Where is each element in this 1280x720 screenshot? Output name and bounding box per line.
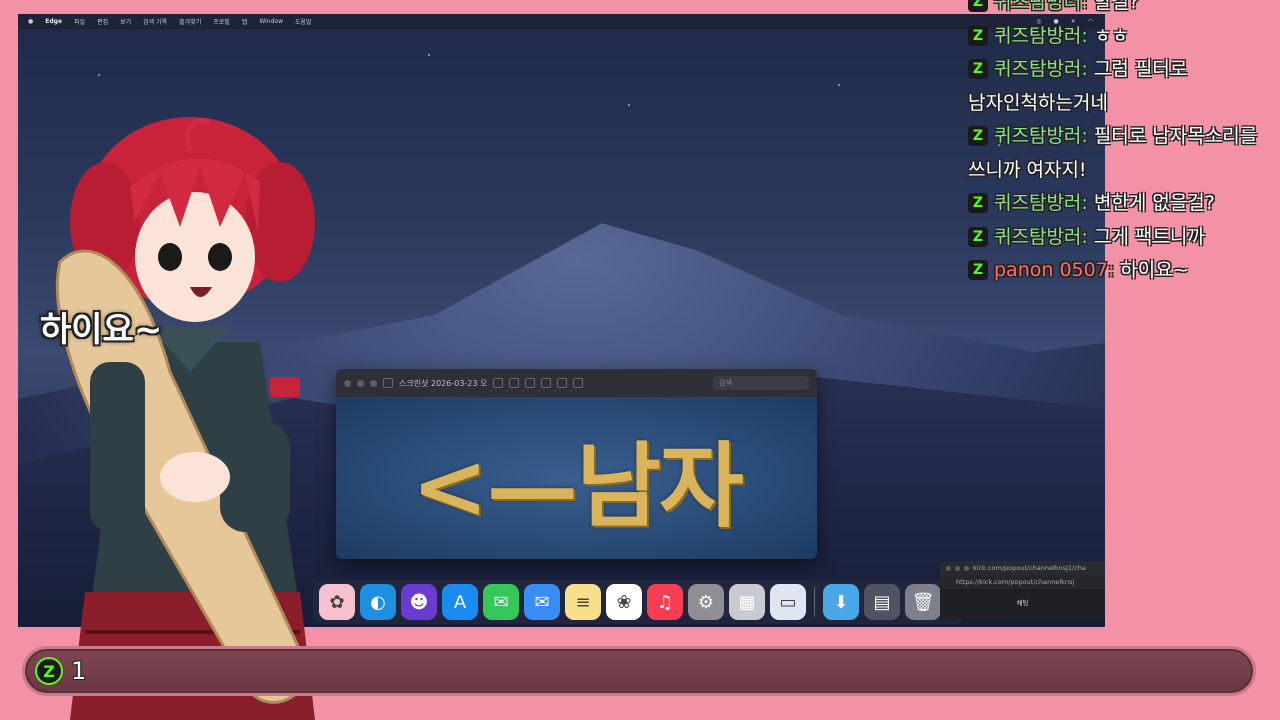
menu-app-name[interactable]: Edge: [45, 18, 62, 25]
dock-photos-icon[interactable]: ❀: [606, 584, 642, 620]
menu-bar: ● Edge 파일 편집 보기 검색 기록 즐겨찾기 프로필 탭 Window …: [18, 14, 1105, 29]
chat-username[interactable]: 퀴즈탐방러: [994, 125, 1081, 147]
rotate-icon[interactable]: [573, 378, 584, 388]
minimize-button[interactable]: [357, 379, 364, 387]
menu-favorites[interactable]: 즐겨찾기: [179, 17, 201, 26]
chat-username[interactable]: 퀴즈탐방러: [994, 192, 1081, 214]
dock-trash-icon[interactable]: 🗑: [905, 584, 941, 620]
preview-titlebar: 스크린샷 2026-03-23 오 검색: [336, 369, 817, 397]
chat-username[interactable]: 퀴즈탐방러: [994, 58, 1081, 80]
dock-preview-icon[interactable]: ▭: [770, 584, 806, 620]
chat-separator: :: [1107, 259, 1121, 281]
dock: ✿ ◐ ☻ A ✉ ✉ ≡ ❀ ♫ ⚙ ▦ ▭ ⬇ ▤ 🗑: [313, 580, 963, 624]
sidebar-icon[interactable]: [383, 378, 393, 388]
menu-tab[interactable]: 탭: [242, 17, 248, 26]
info-icon[interactable]: [493, 378, 504, 388]
kick-badge-icon: Z: [968, 59, 988, 79]
chat-message: Z 퀴즈탐방러: 할걸?: [968, 0, 1280, 20]
popup-zoom-button[interactable]: [964, 565, 969, 571]
menu-edit[interactable]: 편집: [97, 17, 108, 26]
share-icon[interactable]: [541, 378, 552, 388]
dock-notes-icon[interactable]: ≡: [565, 584, 601, 620]
popup-minimize-button[interactable]: [955, 565, 960, 571]
chat-message: Z 퀴즈탐방러: 변한게 없을걸?: [968, 187, 1280, 221]
popup-title: kick.com/popout/channelknsj1/cha: [973, 564, 1086, 572]
preview-banner-text: <—남자: [411, 431, 743, 540]
preview-image: <—남자: [336, 397, 817, 559]
chat-separator: :: [1081, 58, 1094, 80]
chat-message: Z 퀴즈탐방러: 그럼 필터로 남자인척하는거네: [968, 53, 1280, 120]
vtuber-avatar: [55, 117, 315, 720]
dock-settings-icon[interactable]: ⚙: [688, 584, 724, 620]
viewer-count-bar: Z 1: [22, 646, 1256, 696]
dock-discord-icon[interactable]: ☻: [401, 584, 437, 620]
chat-username[interactable]: 퀴즈탐방러: [994, 0, 1081, 13]
chat-username[interactable]: 퀴즈탐방러: [994, 25, 1081, 47]
menu-window[interactable]: Window: [259, 18, 283, 25]
chat-message: Zpanon 0507: 하이요~: [968, 254, 1280, 288]
chat-separator: :: [1081, 225, 1094, 248]
dock-downloads-icon[interactable]: ⬇: [823, 584, 859, 620]
menu-view[interactable]: 보기: [120, 17, 131, 26]
markup-icon[interactable]: [557, 378, 568, 388]
popup-close-button[interactable]: [946, 565, 951, 571]
dock-recent-icon[interactable]: ▤: [864, 584, 900, 620]
kick-badge-icon: Z: [968, 0, 988, 12]
dock-app-store-icon[interactable]: A: [442, 584, 478, 620]
menu-file[interactable]: 파일: [74, 17, 85, 26]
chat-popup-window: kick.com/popout/channelknsj1/cha https:/…: [940, 561, 1105, 619]
chat-message: Z 퀴즈탐방러: ㅎㅎ: [968, 20, 1280, 54]
chat-separator: :: [1081, 192, 1094, 214]
dock-mail-icon[interactable]: ✉: [524, 584, 560, 620]
preview-search-input[interactable]: 검색: [713, 376, 809, 390]
avatar-caption: 하이요~: [40, 310, 163, 350]
chat-message: Z 퀴즈탐방러: 그게 팩트니까: [968, 221, 1280, 255]
chat-separator: :: [1081, 24, 1094, 47]
chat-text: 할걸?: [1093, 0, 1139, 13]
kick-badge-icon: Z: [968, 260, 988, 280]
apple-icon[interactable]: ●: [28, 18, 33, 25]
chat-separator: :: [1081, 0, 1094, 13]
chat-separator: :: [1081, 125, 1094, 147]
chat-text: ㅎㅎ: [1093, 24, 1129, 47]
zoom-in-icon[interactable]: [525, 378, 536, 388]
chat-text: 그게 팩트니까: [1093, 225, 1205, 248]
dock-messages-icon[interactable]: ✉: [483, 584, 519, 620]
popup-url-bar[interactable]: https://kick.com/popout/channelknsj: [940, 575, 1105, 589]
kick-badge-icon: Z: [968, 126, 988, 146]
chat-username[interactable]: panon 0507: [994, 259, 1108, 281]
zoom-button[interactable]: [370, 379, 377, 387]
chat-text: 하이요~: [1120, 259, 1189, 281]
dock-separator: [814, 587, 815, 617]
viewer-count: 1: [71, 657, 87, 685]
menu-help[interactable]: 도움말: [295, 17, 312, 26]
kick-logo-icon: Z: [35, 657, 63, 685]
kick-badge-icon: Z: [968, 193, 988, 213]
kick-badge-icon: Z: [968, 226, 988, 247]
chat-message: Z 퀴즈탐방러: 필터로 남자목소리를 쓰니까 여자지!: [968, 120, 1280, 187]
popup-titlebar: kick.com/popout/channelknsj1/cha: [940, 561, 1105, 575]
kick-badge-icon: Z: [968, 25, 988, 46]
popup-chat-tab[interactable]: 채팅: [940, 589, 1105, 607]
dock-launchpad-icon[interactable]: ▦: [729, 584, 765, 620]
menu-profile[interactable]: 프로필: [213, 17, 230, 26]
preview-window: 스크린샷 2026-03-23 오 검색 <—남자: [336, 369, 817, 559]
preview-title: 스크린샷 2026-03-23 오: [399, 378, 488, 388]
chat-username[interactable]: 퀴즈탐방러: [994, 226, 1081, 248]
dock-music-icon[interactable]: ♫: [647, 584, 683, 620]
close-button[interactable]: [344, 379, 351, 387]
zoom-out-icon[interactable]: [509, 378, 520, 388]
dock-edge-icon[interactable]: ◐: [360, 584, 396, 620]
chat-overlay: Z 퀴즈탐방러: 할걸? Z 퀴즈탐방러: ㅎㅎ Z 퀴즈탐방러: 그럼 필터로 남자인척…: [968, 0, 1280, 288]
menu-history[interactable]: 검색 기록: [143, 17, 167, 26]
chat-text: 변한게 없을걸?: [1093, 192, 1215, 214]
